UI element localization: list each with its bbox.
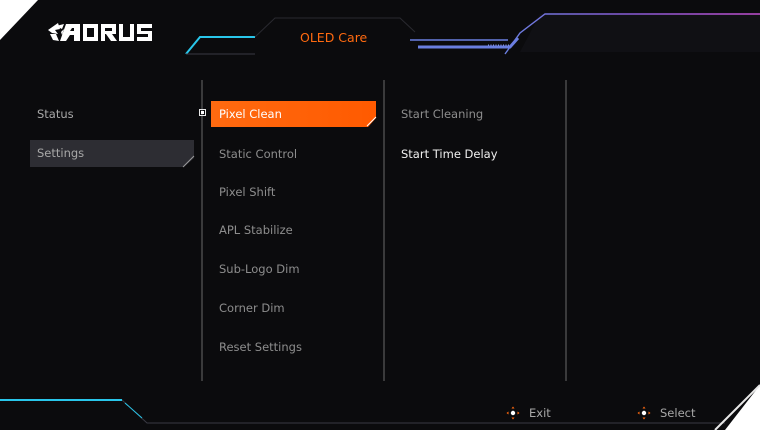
menu-item-apl-stabilize[interactable]: APL Stabilize bbox=[219, 223, 293, 237]
option-start-cleaning[interactable]: Start Cleaning bbox=[401, 107, 483, 121]
page-title: OLED Care bbox=[300, 30, 368, 45]
joystick-icon bbox=[506, 406, 520, 420]
osd-frame bbox=[0, 0, 760, 430]
menu-item-corner-dim[interactable]: Corner Dim bbox=[219, 301, 285, 315]
menu-item-reset-settings[interactable]: Reset Settings bbox=[219, 340, 302, 354]
osd-body bbox=[0, 0, 760, 430]
menu-item-sub-logo-dim[interactable]: Sub-Logo Dim bbox=[219, 262, 300, 276]
left-menu-item-status[interactable]: Status bbox=[37, 107, 74, 121]
aorus-logo bbox=[48, 23, 152, 41]
joystick-icon bbox=[637, 406, 651, 420]
selection-marker-icon bbox=[199, 109, 206, 116]
menu-item-static-control[interactable]: Static Control bbox=[219, 147, 297, 161]
left-menu-item-settings[interactable]: Settings bbox=[37, 146, 84, 160]
menu-item-pixel-clean[interactable]: Pixel Clean bbox=[219, 107, 282, 121]
osd-window: OLED Care Status Settings Pixel Clean St… bbox=[0, 0, 760, 430]
option-start-time-delay[interactable]: Start Time Delay bbox=[401, 147, 498, 161]
menu-item-pixel-shift[interactable]: Pixel Shift bbox=[219, 185, 275, 199]
select-label: Select bbox=[660, 406, 696, 420]
exit-label: Exit bbox=[529, 406, 551, 420]
